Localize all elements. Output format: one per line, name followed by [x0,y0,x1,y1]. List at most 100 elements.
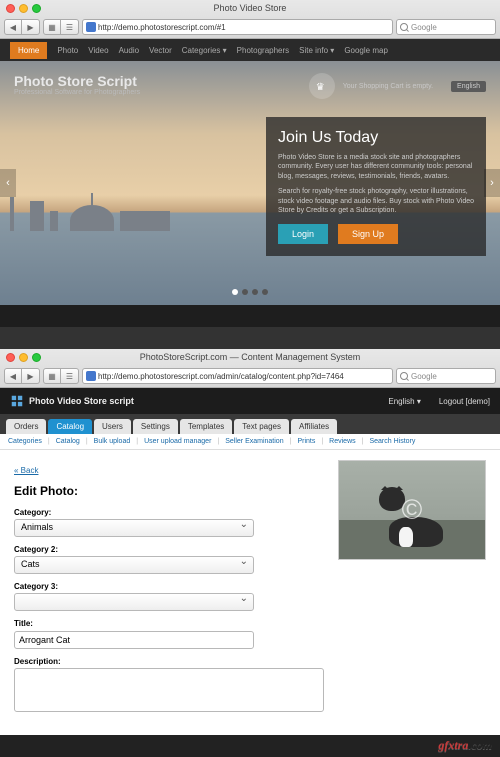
logo-block: Photo Store Script Professional Software… [14,73,140,96]
url-text-1: http://demo.photostorescript.com/#1 [98,23,226,32]
traffic-lights [6,4,41,13]
url-bar-2[interactable]: http://demo.photostorescript.com/admin/c… [82,368,393,384]
minimize-icon[interactable] [19,353,28,362]
label-category2: Category 2: [14,545,324,554]
forward-button[interactable]: ▶ [22,19,40,35]
admin-body: « Back Edit Photo: Category: Animals Cat… [0,450,500,735]
carousel-dot[interactable] [242,289,248,295]
language-button[interactable]: English [451,81,486,92]
nav-audio[interactable]: Audio [119,46,139,55]
nav-photographers[interactable]: Photographers [237,46,289,55]
cart-block: ♛ Your Shopping Cart is empty. English [309,73,486,99]
admin-language[interactable]: English ▾ [388,397,420,406]
hero-bottom-bar [0,305,500,327]
search-icon [400,372,408,380]
window-2-content: Photo Video Store script English ▾ Logou… [0,388,500,735]
nav-googlemap[interactable]: Google map [344,46,388,55]
label-description: Description: [14,657,324,666]
tab-orders[interactable]: Orders [6,419,46,434]
nav-categories[interactable]: Categories ▾ [182,46,227,55]
toolbar-1: ◀ ▶ ▦ ☰ http://demo.photostorescript.com… [0,16,500,38]
watermark-rest: .com [468,738,492,752]
select-category[interactable]: Animals [14,519,254,537]
subtab-searchhistory[interactable]: Search History [369,438,415,445]
forward-button[interactable]: ▶ [22,368,40,384]
page-footer: gfxtra.com [0,735,500,757]
browser-search-2[interactable]: Google [396,368,496,384]
admin-tabs: Orders Catalog Users Settings Templates … [0,414,500,434]
signup-button[interactable]: Sign Up [338,224,398,244]
select-category3[interactable] [14,593,254,611]
tab-textpages[interactable]: Text pages [234,419,289,434]
carousel-prev-icon[interactable]: ‹ [0,169,16,197]
carousel-dot[interactable] [232,289,238,295]
logo-subtitle: Professional Software for Photographers [14,89,140,96]
traffic-lights [6,353,41,362]
minimize-icon[interactable] [19,4,28,13]
watermark-g: gfxtra [438,738,468,752]
browser-search-1[interactable]: Google [396,19,496,35]
nav-home[interactable]: Home [10,42,47,59]
tab-users[interactable]: Users [94,419,131,434]
logout-link[interactable]: Logout [demo] [439,397,490,406]
join-title: Join Us Today [278,129,474,147]
close-icon[interactable] [6,353,15,362]
subtab-bulkupload[interactable]: Bulk upload [94,438,131,445]
favicon-icon [86,371,96,381]
input-title[interactable] [14,631,254,649]
page-title: Edit Photo: [14,484,324,498]
toolbar-2: ◀ ▶ ▦ ☰ http://demo.photostorescript.com… [0,365,500,387]
tab-catalog[interactable]: Catalog [48,419,92,434]
subtab-catalog[interactable]: Catalog [56,438,80,445]
subtab-useruploadmgr[interactable]: User upload manager [144,438,211,445]
subtab-prints[interactable]: Prints [297,438,315,445]
tab-settings[interactable]: Settings [133,419,178,434]
window-title-2: PhotoStoreScript.com — Content Managemen… [140,352,361,362]
browser-chrome-2: PhotoStoreScript.com — Content Managemen… [0,349,500,388]
window-1-content: Home Photo Video Audio Vector Categories… [0,39,500,349]
view-buttons: ▦ ☰ [43,19,79,35]
zoom-icon[interactable] [32,4,41,13]
view-list-icon[interactable]: ☰ [61,19,79,35]
zoom-icon[interactable] [32,353,41,362]
nav-photo[interactable]: Photo [57,46,78,55]
join-panel: Join Us Today Photo Video Store is a med… [266,117,486,256]
textarea-description[interactable] [14,668,324,712]
url-bar-1[interactable]: http://demo.photostorescript.com/#1 [82,19,393,35]
tab-affiliates[interactable]: Affiliates [291,419,337,434]
subtab-reviews[interactable]: Reviews [329,438,355,445]
view-list-icon[interactable]: ☰ [61,368,79,384]
label-title: Title: [14,619,324,628]
back-button[interactable]: ◀ [4,368,22,384]
join-paragraph-1: Photo Video Store is a media stock site … [278,153,474,181]
nav-buttons-1: ◀ ▶ [4,19,40,35]
view-grid-icon[interactable]: ▦ [43,19,61,35]
carousel-dots [232,289,268,295]
site-nav: Home Photo Video Audio Vector Categories… [0,39,500,61]
join-paragraph-2: Search for royalty-free stock photograph… [278,187,474,215]
select-category2[interactable]: Cats [14,556,254,574]
nav-buttons-2: ◀ ▶ [4,368,40,384]
subtab-categories[interactable]: Categories [8,438,42,445]
crown-icon: ♛ [309,73,335,99]
back-button[interactable]: ◀ [4,19,22,35]
back-link[interactable]: « Back [14,466,38,475]
copyright-icon: © [402,494,423,526]
nav-siteinfo[interactable]: Site info ▾ [299,46,334,55]
carousel-dot[interactable] [262,289,268,295]
nav-video[interactable]: Video [88,46,108,55]
carousel-next-icon[interactable]: › [484,169,500,197]
window-title-1: Photo Video Store [214,3,287,13]
tab-templates[interactable]: Templates [180,419,232,434]
cart-text: Your Shopping Cart is empty. [343,83,433,90]
nav-vector[interactable]: Vector [149,46,172,55]
title-bar-1: Photo Video Store [0,0,500,16]
close-icon[interactable] [6,4,15,13]
carousel-dot[interactable] [252,289,258,295]
hero-banner: Photo Store Script Professional Software… [0,61,500,305]
subtab-sellerexam[interactable]: Seller Examination [225,438,283,445]
label-category: Category: [14,508,324,517]
join-buttons: Login Sign Up [278,224,474,244]
login-button[interactable]: Login [278,224,328,244]
view-grid-icon[interactable]: ▦ [43,368,61,384]
